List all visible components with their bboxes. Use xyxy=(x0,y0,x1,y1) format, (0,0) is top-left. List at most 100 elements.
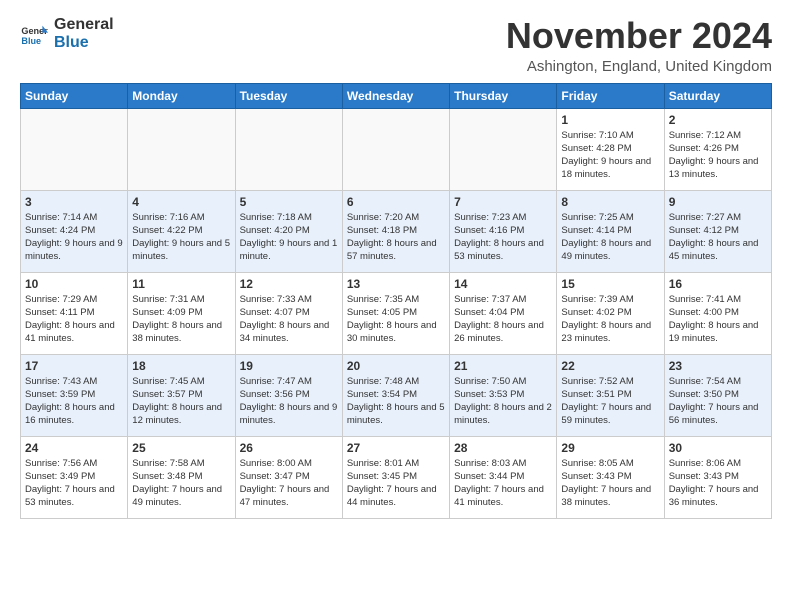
col-sunday: Sunday xyxy=(21,83,128,108)
calendar-cell: 20Sunrise: 7:48 AM Sunset: 3:54 PM Dayli… xyxy=(342,354,449,436)
calendar-cell: 21 Sunrise: 7:50 AM Sunset: 3:53 PM Dayli… xyxy=(450,354,557,436)
calendar-cell: 18 Sunrise: 7:45 AM Sunset: 3:57 PM Dayli… xyxy=(128,354,235,436)
day-number: 17 xyxy=(25,359,123,373)
day-info: Sunrise: 8:03 AM Sunset: 3:44 PM Dayligh… xyxy=(454,457,552,510)
calendar-cell: 14 Sunrise: 7:37 AM Sunset: 4:04 PM Dayli… xyxy=(450,272,557,354)
day-number: 30 xyxy=(669,441,767,455)
day-number: 10 xyxy=(25,277,123,291)
day-number: 11 xyxy=(132,277,230,291)
day-number: 16 xyxy=(669,277,767,291)
month-title: November 2024 xyxy=(506,16,772,56)
week-row-5: 24 Sunrise: 7:56 AM Sunset: 3:49 PM Dayli… xyxy=(21,436,772,518)
day-info: Sunrise: 8:01 AM Sunset: 3:45 PM Dayligh… xyxy=(347,457,445,510)
day-info: Sunrise: 7:20 AM Sunset: 4:18 PM Dayligh… xyxy=(347,211,445,264)
day-number: 1 xyxy=(561,113,659,127)
day-info: Sunrise: 7:14 AM Sunset: 4:24 PM Dayligh… xyxy=(25,211,123,264)
calendar-cell: 24 Sunrise: 7:56 AM Sunset: 3:49 PM Dayli… xyxy=(21,436,128,518)
calendar-cell xyxy=(342,108,449,190)
calendar-cell: 8 Sunrise: 7:25 AM Sunset: 4:14 PM Daylig… xyxy=(557,190,664,272)
day-info: Sunrise: 7:10 AM Sunset: 4:28 PM Dayligh… xyxy=(561,129,659,182)
day-info: Sunrise: 7:33 AM Sunset: 4:07 PM Dayligh… xyxy=(240,293,338,346)
day-number: 25 xyxy=(132,441,230,455)
calendar-cell: 25 Sunrise: 7:58 AM Sunset: 3:48 PM Dayli… xyxy=(128,436,235,518)
week-row-2: 3 Sunrise: 7:14 AM Sunset: 4:24 PM Daylig… xyxy=(21,190,772,272)
day-info: Sunrise: 7:27 AM Sunset: 4:12 PM Dayligh… xyxy=(669,211,767,264)
calendar-cell: 1 Sunrise: 7:10 AM Sunset: 4:28 PM Daylig… xyxy=(557,108,664,190)
day-info: Sunrise: 7:16 AM Sunset: 4:22 PM Dayligh… xyxy=(132,211,230,264)
day-number: 19 xyxy=(240,359,338,373)
calendar-cell: 26Sunrise: 8:00 AM Sunset: 3:47 PM Dayli… xyxy=(235,436,342,518)
calendar-cell xyxy=(21,108,128,190)
day-number: 13 xyxy=(347,277,445,291)
day-info: Sunrise: 7:35 AM Sunset: 4:05 PM Dayligh… xyxy=(347,293,445,346)
calendar-cell: 4Sunrise: 7:16 AM Sunset: 4:22 PM Daylig… xyxy=(128,190,235,272)
header: General Blue General Blue General Blue N… xyxy=(20,16,772,75)
calendar-cell: 17 Sunrise: 7:43 AM Sunset: 3:59 PM Dayli… xyxy=(21,354,128,436)
day-info: Sunrise: 7:43 AM Sunset: 3:59 PM Dayligh… xyxy=(25,375,123,428)
calendar-cell: 23 Sunrise: 7:54 AM Sunset: 3:50 PM Dayli… xyxy=(664,354,771,436)
location-title: Ashington, England, United Kingdom xyxy=(506,58,772,75)
logo-blue: Blue xyxy=(54,34,114,52)
calendar-table: Sunday Monday Tuesday Wednesday Thursday… xyxy=(20,83,772,519)
day-number: 23 xyxy=(669,359,767,373)
calendar-cell: 12 Sunrise: 7:33 AM Sunset: 4:07 PM Dayli… xyxy=(235,272,342,354)
day-number: 15 xyxy=(561,277,659,291)
page: General Blue General Blue General Blue N… xyxy=(0,0,792,529)
calendar-cell: 15 Sunrise: 7:39 AM Sunset: 4:02 PM Dayli… xyxy=(557,272,664,354)
day-info: Sunrise: 7:52 AM Sunset: 3:51 PM Dayligh… xyxy=(561,375,659,428)
header-row: Sunday Monday Tuesday Wednesday Thursday… xyxy=(21,83,772,108)
calendar-cell: 3 Sunrise: 7:14 AM Sunset: 4:24 PM Daylig… xyxy=(21,190,128,272)
day-info: Sunrise: 7:37 AM Sunset: 4:04 PM Dayligh… xyxy=(454,293,552,346)
logo-general: General xyxy=(54,16,114,34)
day-info: Sunrise: 8:05 AM Sunset: 3:43 PM Dayligh… xyxy=(561,457,659,510)
col-friday: Friday xyxy=(557,83,664,108)
svg-text:Blue: Blue xyxy=(21,35,41,45)
calendar-cell xyxy=(128,108,235,190)
day-info: Sunrise: 7:12 AM Sunset: 4:26 PM Dayligh… xyxy=(669,129,767,182)
day-number: 29 xyxy=(561,441,659,455)
week-row-1: 1 Sunrise: 7:10 AM Sunset: 4:28 PM Daylig… xyxy=(21,108,772,190)
day-number: 24 xyxy=(25,441,123,455)
day-info: Sunrise: 7:25 AM Sunset: 4:14 PM Dayligh… xyxy=(561,211,659,264)
day-number: 8 xyxy=(561,195,659,209)
day-number: 21 xyxy=(454,359,552,373)
day-info: Sunrise: 7:54 AM Sunset: 3:50 PM Dayligh… xyxy=(669,375,767,428)
calendar-cell: 2 Sunrise: 7:12 AM Sunset: 4:26 PM Daylig… xyxy=(664,108,771,190)
col-saturday: Saturday xyxy=(664,83,771,108)
calendar-cell: 5 Sunrise: 7:18 AM Sunset: 4:20 PM Daylig… xyxy=(235,190,342,272)
col-tuesday: Tuesday xyxy=(235,83,342,108)
day-number: 20 xyxy=(347,359,445,373)
day-info: Sunrise: 7:18 AM Sunset: 4:20 PM Dayligh… xyxy=(240,211,338,264)
calendar-cell: 19Sunrise: 7:47 AM Sunset: 3:56 PM Dayli… xyxy=(235,354,342,436)
title-block: November 2024 Ashington, England, United… xyxy=(506,16,772,75)
logo: General Blue General Blue General Blue xyxy=(20,16,114,51)
day-info: Sunrise: 7:50 AM Sunset: 3:53 PM Dayligh… xyxy=(454,375,552,428)
calendar-cell: 16Sunrise: 7:41 AM Sunset: 4:00 PM Dayli… xyxy=(664,272,771,354)
calendar-cell: 6Sunrise: 7:20 AM Sunset: 4:18 PM Daylig… xyxy=(342,190,449,272)
calendar-cell: 9Sunrise: 7:27 AM Sunset: 4:12 PM Daylig… xyxy=(664,190,771,272)
day-number: 5 xyxy=(240,195,338,209)
day-number: 2 xyxy=(669,113,767,127)
calendar-cell: 29 Sunrise: 8:05 AM Sunset: 3:43 PM Dayli… xyxy=(557,436,664,518)
calendar-cell xyxy=(235,108,342,190)
col-monday: Monday xyxy=(128,83,235,108)
day-info: Sunrise: 7:23 AM Sunset: 4:16 PM Dayligh… xyxy=(454,211,552,264)
calendar-cell xyxy=(450,108,557,190)
col-thursday: Thursday xyxy=(450,83,557,108)
day-info: Sunrise: 7:31 AM Sunset: 4:09 PM Dayligh… xyxy=(132,293,230,346)
day-number: 3 xyxy=(25,195,123,209)
day-info: Sunrise: 7:45 AM Sunset: 3:57 PM Dayligh… xyxy=(132,375,230,428)
day-number: 22 xyxy=(561,359,659,373)
day-number: 12 xyxy=(240,277,338,291)
calendar-cell: 27 Sunrise: 8:01 AM Sunset: 3:45 PM Dayli… xyxy=(342,436,449,518)
day-number: 18 xyxy=(132,359,230,373)
day-number: 27 xyxy=(347,441,445,455)
day-info: Sunrise: 7:39 AM Sunset: 4:02 PM Dayligh… xyxy=(561,293,659,346)
day-number: 14 xyxy=(454,277,552,291)
calendar-cell: 13 Sunrise: 7:35 AM Sunset: 4:05 PM Dayli… xyxy=(342,272,449,354)
day-info: Sunrise: 8:06 AM Sunset: 3:43 PM Dayligh… xyxy=(669,457,767,510)
day-info: Sunrise: 7:58 AM Sunset: 3:48 PM Dayligh… xyxy=(132,457,230,510)
calendar-cell: 22 Sunrise: 7:52 AM Sunset: 3:51 PM Dayli… xyxy=(557,354,664,436)
day-info: Sunrise: 7:56 AM Sunset: 3:49 PM Dayligh… xyxy=(25,457,123,510)
day-number: 7 xyxy=(454,195,552,209)
